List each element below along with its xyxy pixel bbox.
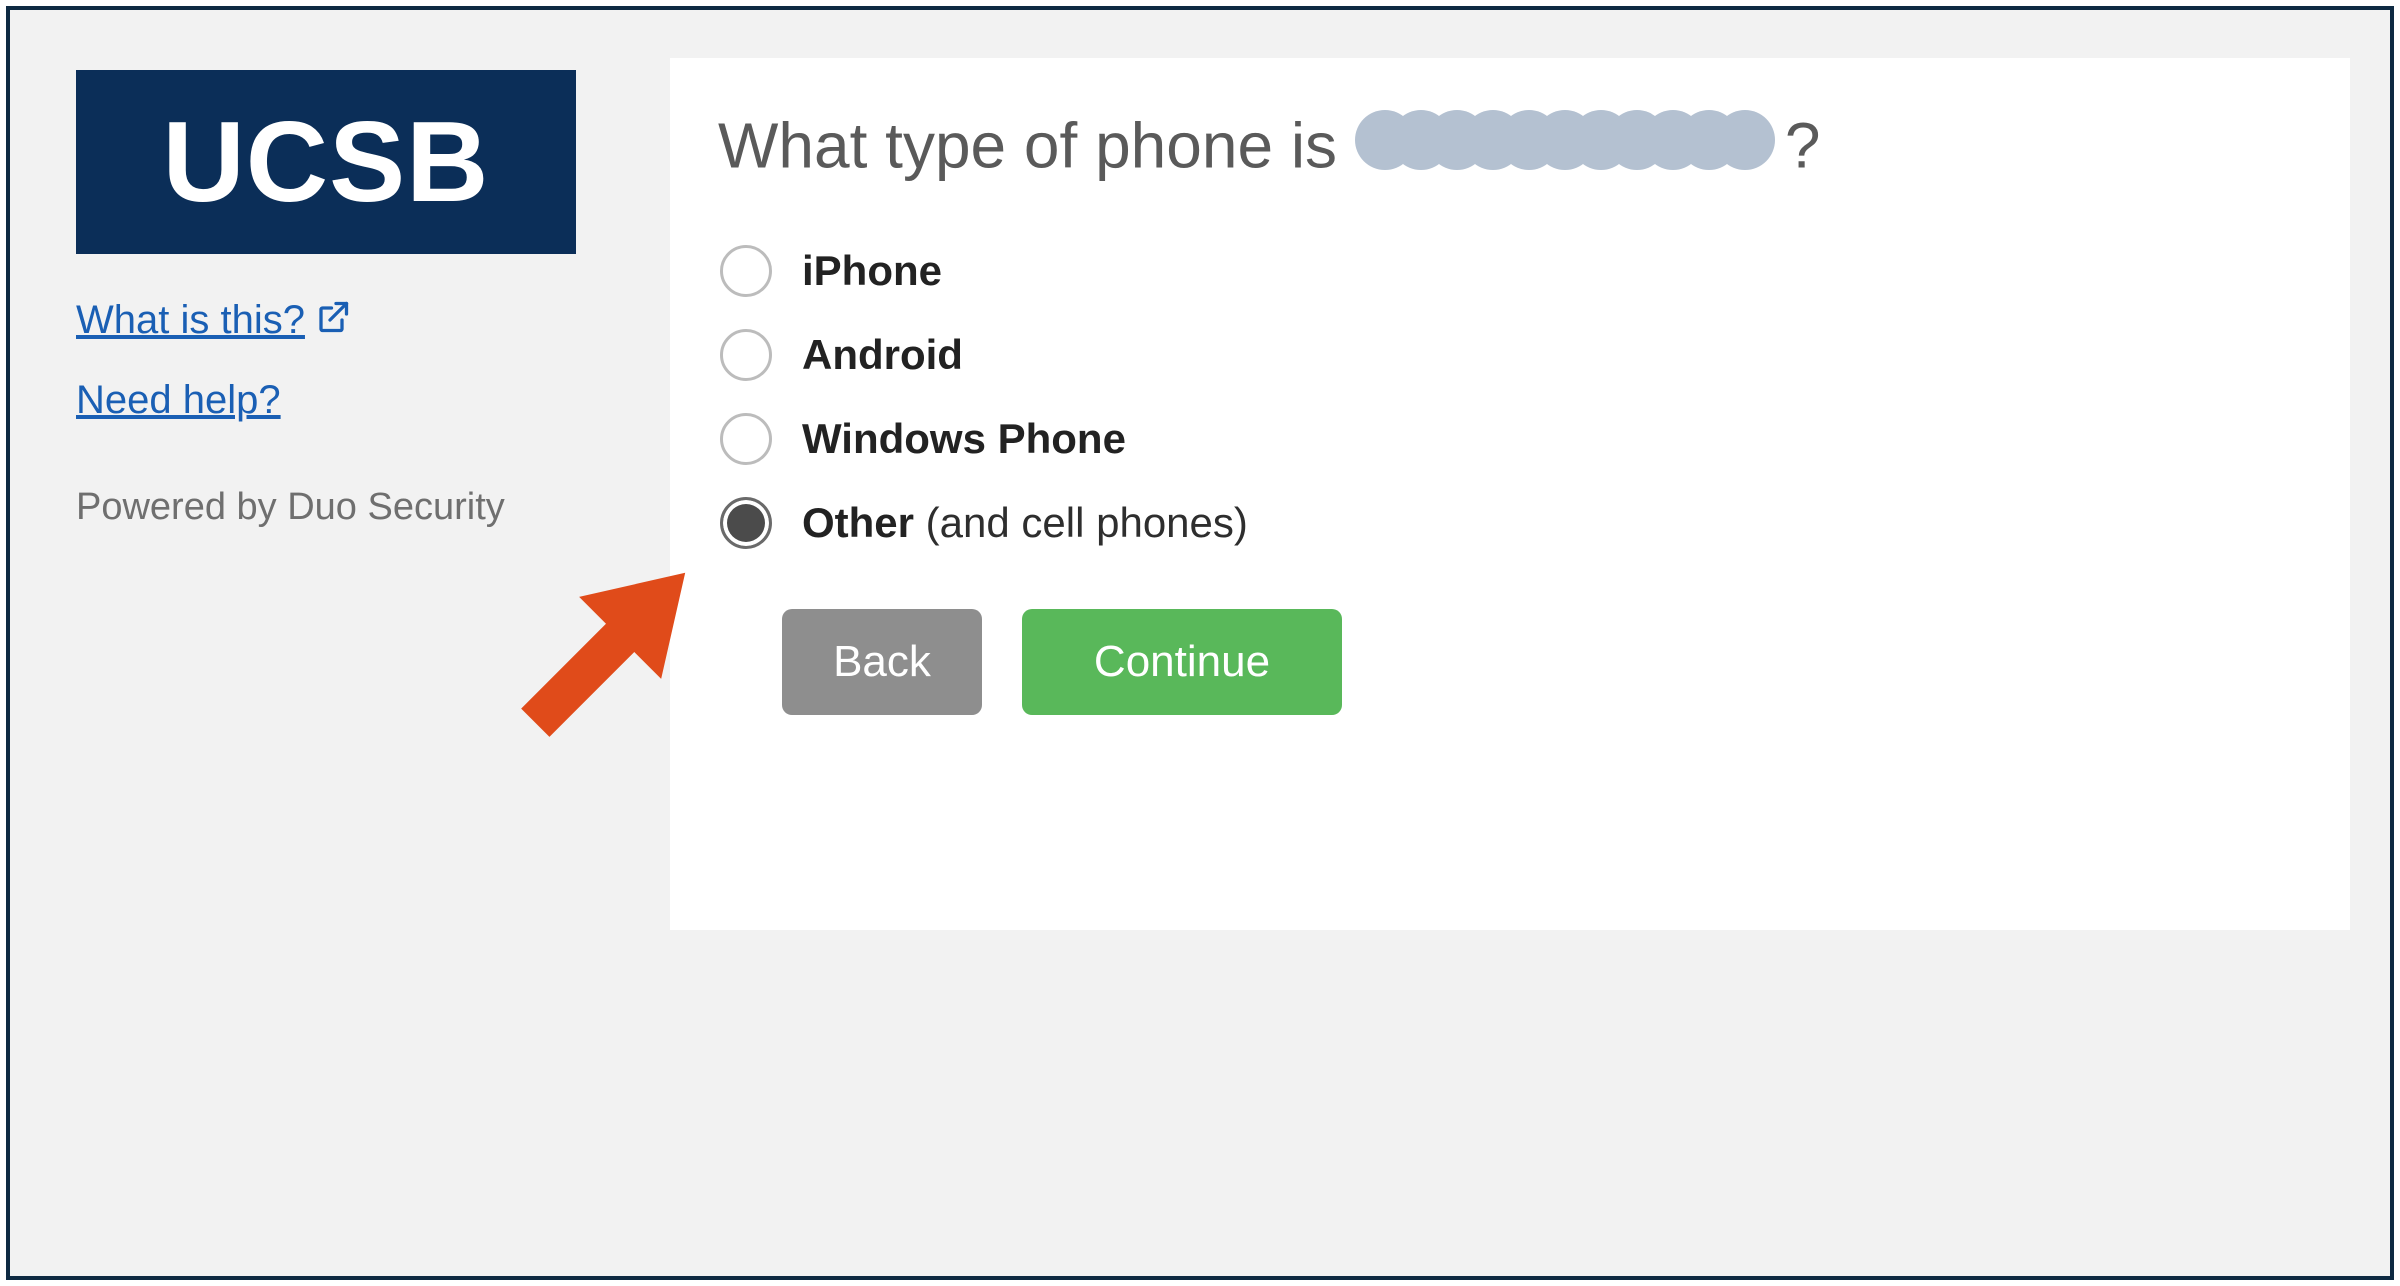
option-label: Other [802, 499, 914, 546]
radio-icon [720, 245, 772, 297]
sidebar-links: What is this? Need help? [76, 290, 576, 430]
powered-by-text: Powered by Duo Security [76, 486, 576, 529]
org-logo-text: UCSB [162, 97, 489, 228]
back-button-label: Back [833, 637, 931, 687]
continue-button-label: Continue [1094, 637, 1270, 687]
viewport: UCSB What is this? [0, 0, 2400, 1286]
duo-prompt-frame: UCSB What is this? [6, 6, 2394, 1280]
option-label: iPhone [802, 247, 942, 295]
page-title-suffix: ? [1785, 109, 1821, 181]
sidebar: UCSB What is this? [76, 70, 576, 529]
button-row: Back Continue [782, 609, 2296, 715]
page-title-prefix: What type of phone is [718, 109, 1355, 181]
back-button[interactable]: Back [782, 609, 982, 715]
phone-type-options: iPhone Android Windows Phone Other (and … [720, 245, 2296, 549]
option-other[interactable]: Other (and cell phones) [720, 497, 2296, 549]
option-iphone[interactable]: iPhone [720, 245, 2296, 297]
what-is-this-label: What is this? [76, 290, 305, 350]
option-suffix: (and cell phones) [914, 499, 1248, 546]
radio-icon-selected [720, 497, 772, 549]
external-link-icon [315, 292, 351, 352]
org-logo: UCSB [76, 70, 576, 254]
need-help-label: Need help? [76, 370, 281, 430]
what-is-this-link[interactable]: What is this? [76, 290, 351, 350]
main-panel: What type of phone is ? iPhone [670, 58, 2350, 930]
redacted-phone-number [1355, 100, 1785, 197]
option-windows-phone[interactable]: Windows Phone [720, 413, 2296, 465]
page-title: What type of phone is ? [718, 102, 2296, 199]
option-label: Android [802, 331, 963, 379]
radio-icon [720, 329, 772, 381]
option-android[interactable]: Android [720, 329, 2296, 381]
option-label: Windows Phone [802, 415, 1126, 463]
need-help-link[interactable]: Need help? [76, 370, 281, 430]
radio-icon [720, 413, 772, 465]
continue-button[interactable]: Continue [1022, 609, 1342, 715]
